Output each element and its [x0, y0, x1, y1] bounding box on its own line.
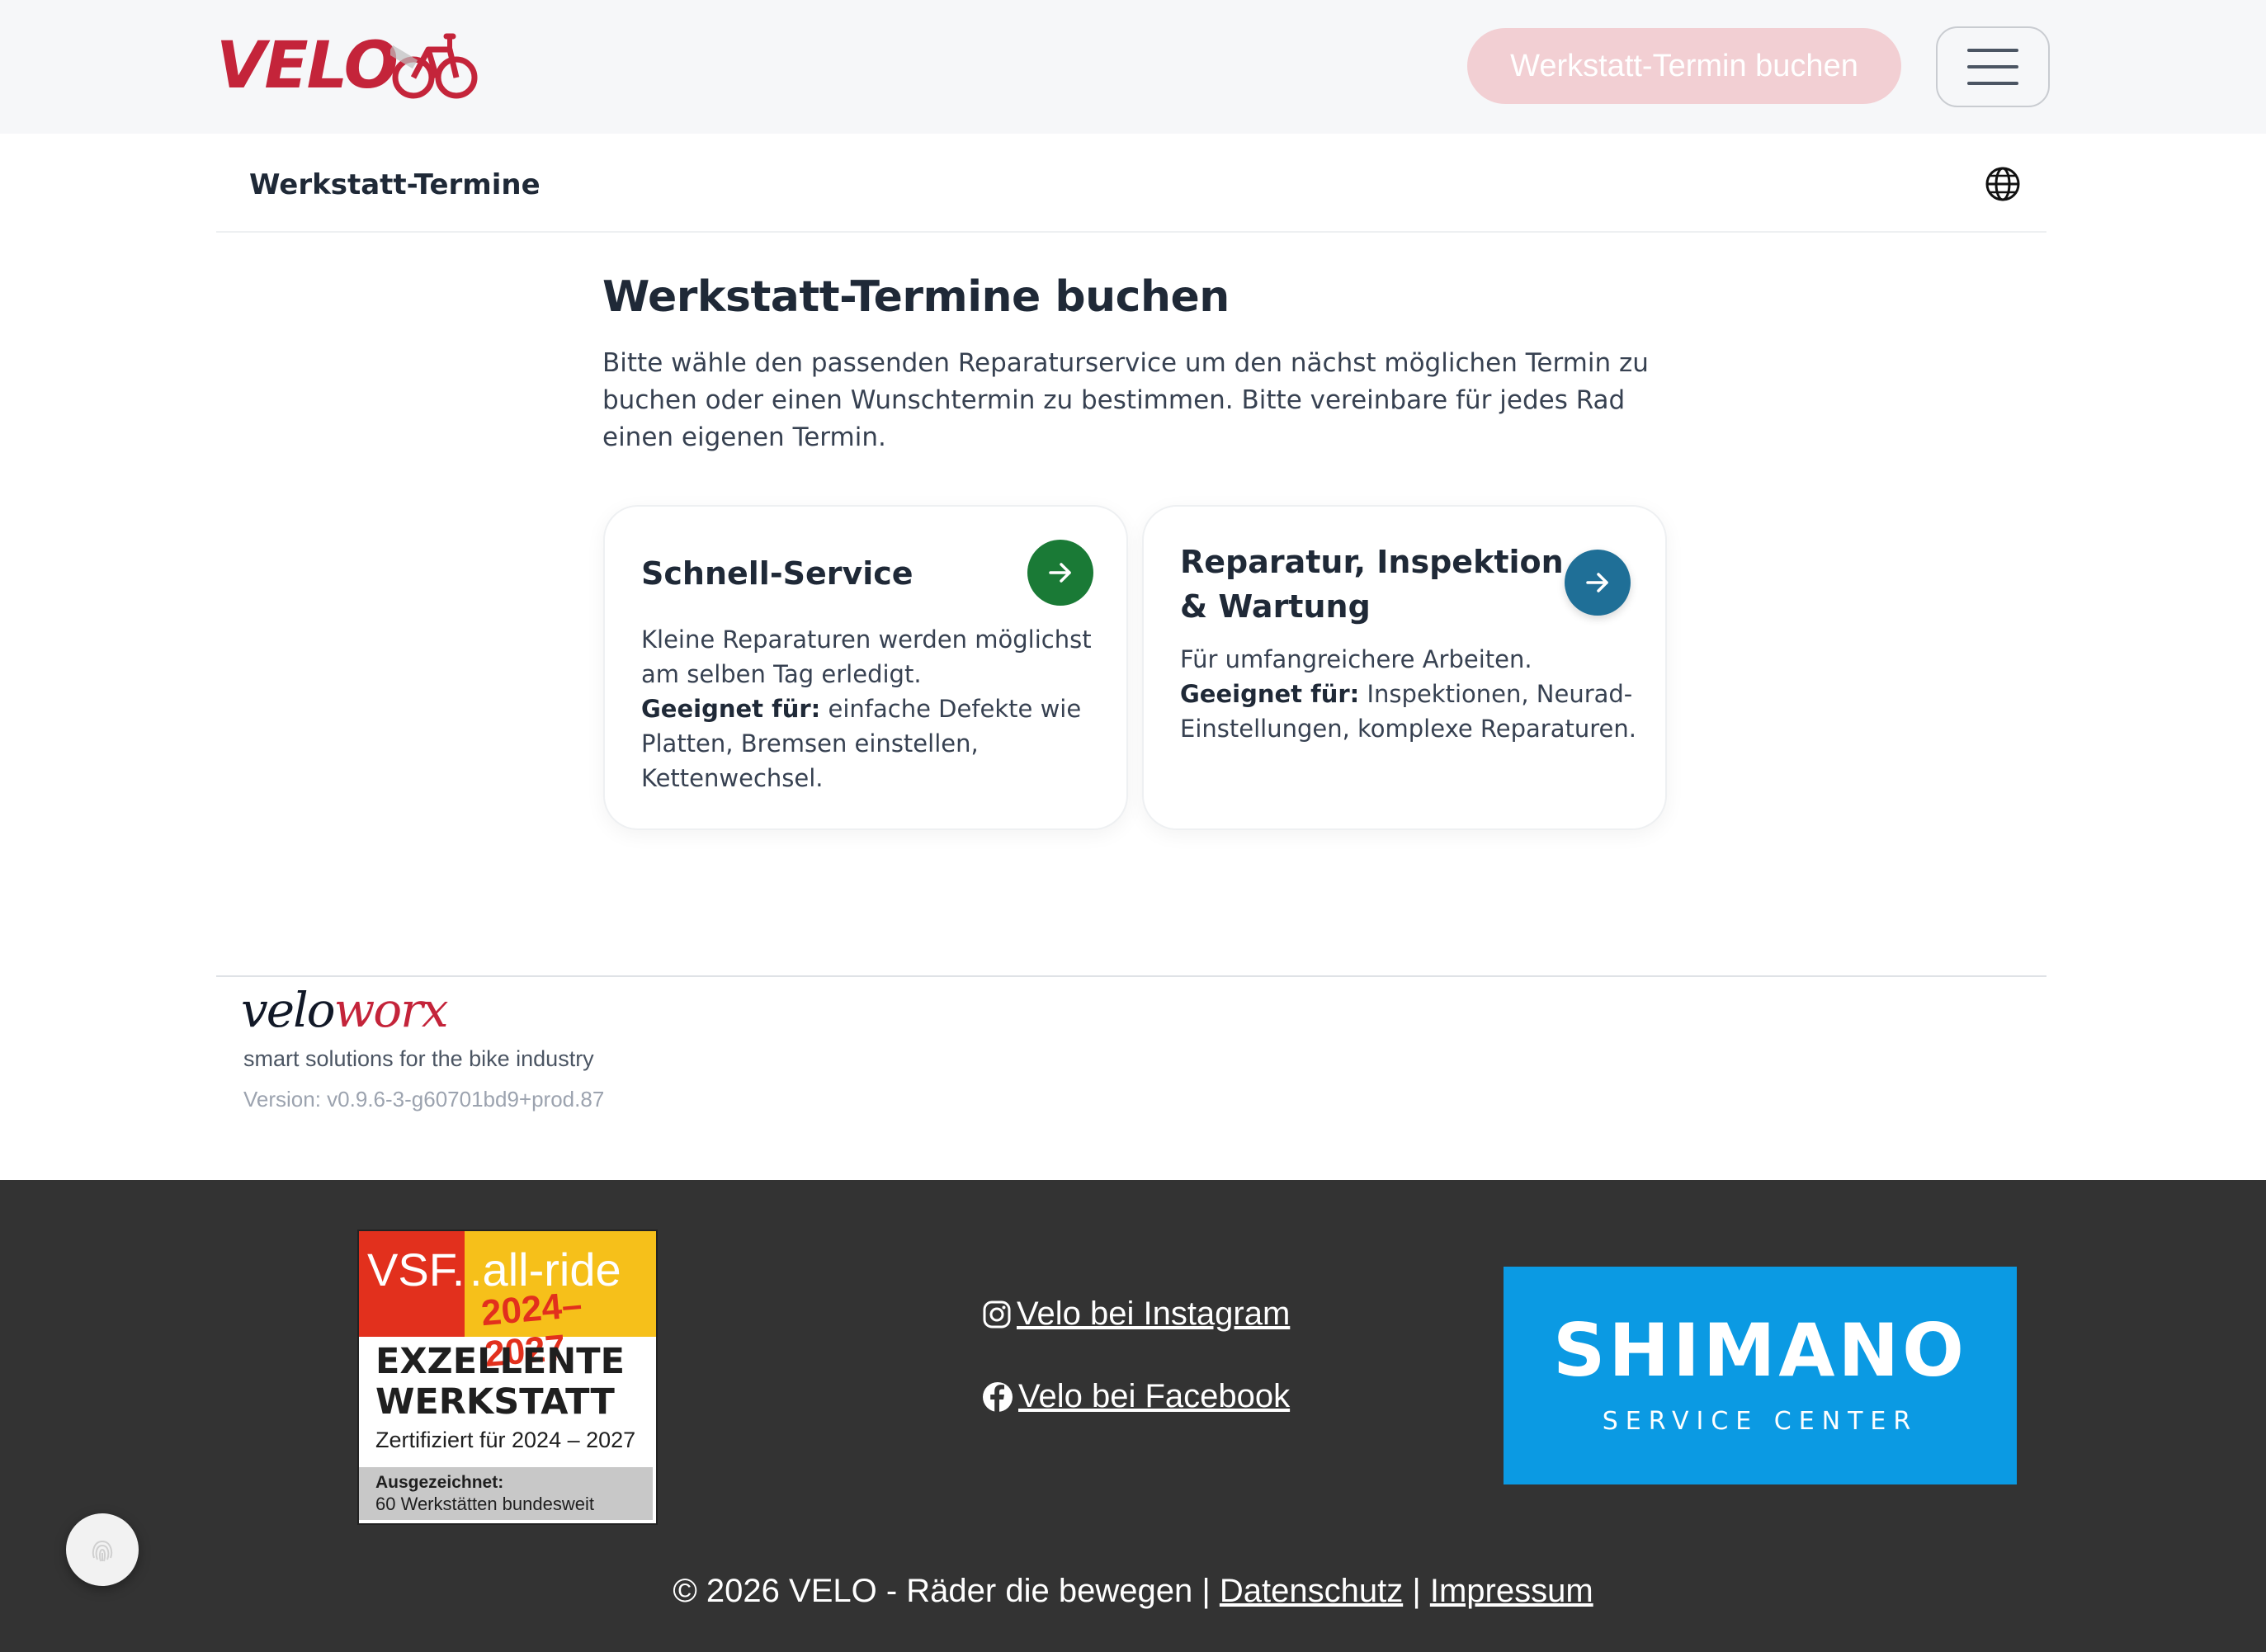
version-text: Version: v0.9.6-3-g60701bd9+prod.87: [243, 1087, 605, 1112]
footer-separator: |: [1412, 1573, 1421, 1609]
book-appointment-button[interactable]: Werkstatt-Termin buchen: [1467, 28, 1901, 104]
veloworx-logo[interactable]: veloworx: [241, 982, 449, 1038]
badge-brand: VSF.: [367, 1244, 465, 1296]
badge-headline-line2: WERKSTATT: [375, 1381, 615, 1423]
menu-button[interactable]: [1936, 26, 2050, 107]
privacy-settings-button[interactable]: [66, 1513, 139, 1586]
veloworx-logo-part1: velo: [241, 982, 336, 1038]
velo-logo[interactable]: VELO: [216, 25, 481, 107]
divider: [216, 975, 2046, 977]
service-card-quick[interactable]: Schnell-Service Kleine Reparaturen werde…: [603, 505, 1128, 830]
hamburger-menu-icon: [1967, 49, 2018, 85]
shimano-service-center-logo: SHIMANO SERVICE CENTER: [1504, 1267, 2017, 1484]
subheader: Werkstatt-Termine: [216, 134, 2046, 233]
card-title: Reparatur, Inspektion & Wartung: [1180, 544, 1564, 625]
suited-label: Geeignet für:: [1180, 680, 1360, 708]
veloworx-logo-part2: worx: [333, 982, 449, 1038]
fingerprint-icon: [92, 1540, 113, 1562]
suited-label: Geeignet für:: [641, 695, 821, 723]
shimano-name: SHIMANO: [1553, 1308, 1967, 1393]
copyright-text: © 2026 VELO - Räder die bewegen |: [673, 1573, 1211, 1609]
vsf-certificate-badge: VSF. .all-ride 2024–2027 EXZELLENTE WERKS…: [357, 1230, 658, 1525]
privacy-link[interactable]: Datenschutz: [1220, 1573, 1403, 1609]
badge-awarded-text: 60 Werkstätten bundesweit: [375, 1494, 594, 1514]
facebook-link[interactable]: Velo bei Facebook: [982, 1378, 1290, 1415]
facebook-icon: [983, 1381, 1013, 1412]
card-description-text: Kleine Reparaturen werden möglichst am s…: [641, 625, 1092, 688]
card-description: Kleine Reparaturen werden möglichst am s…: [641, 622, 1103, 795]
card-arrow-button[interactable]: [1565, 550, 1631, 616]
shimano-subtitle: SERVICE CENTER: [1602, 1407, 1919, 1436]
top-header: VELO Werkstatt-Termin buchen: [0, 0, 2266, 134]
intro-text: Bitte wähle den passenden Reparaturservi…: [602, 348, 1649, 452]
instagram-label: Velo bei Instagram: [1017, 1296, 1291, 1332]
logo-text: VELO: [216, 29, 399, 103]
bicycle-icon: [389, 33, 478, 99]
instagram-link[interactable]: Velo bei Instagram: [982, 1296, 1290, 1333]
badge-headline-line1: EXZELLENTE: [375, 1341, 625, 1382]
copyright-line: © 2026 VELO - Räder die bewegen | Datens…: [0, 1573, 2266, 1610]
service-card-repair[interactable]: Reparatur, Inspektion & Wartung Für umfa…: [1142, 505, 1667, 830]
card-description: Für umfangreichere Arbeiten. Geeignet für…: [1180, 642, 1642, 746]
instagram-icon: [983, 1300, 1011, 1328]
imprint-link[interactable]: Impressum: [1430, 1573, 1593, 1609]
card-arrow-button[interactable]: [1027, 540, 1093, 606]
globe-icon[interactable]: [1984, 165, 2022, 203]
subheader-title: Werkstatt-Termine: [249, 168, 541, 201]
arrow-right-icon: [1586, 573, 1608, 592]
arrow-right-icon: [1049, 563, 1071, 583]
facebook-label: Velo bei Facebook: [1018, 1378, 1291, 1414]
veloworx-tagline: smart solutions for the bike industry: [243, 1046, 594, 1071]
badge-headline: EXZELLENTE WERKSTATT: [375, 1342, 625, 1423]
page-title: Werkstatt-Termine buchen: [602, 272, 1230, 322]
card-description-text: Für umfangreichere Arbeiten.: [1180, 645, 1532, 673]
card-title: Schnell-Service: [641, 555, 913, 592]
badge-awarded-label: Ausgezeichnet:: [375, 1473, 504, 1492]
badge-certified: Zertifiziert für 2024 – 2027: [375, 1428, 636, 1452]
